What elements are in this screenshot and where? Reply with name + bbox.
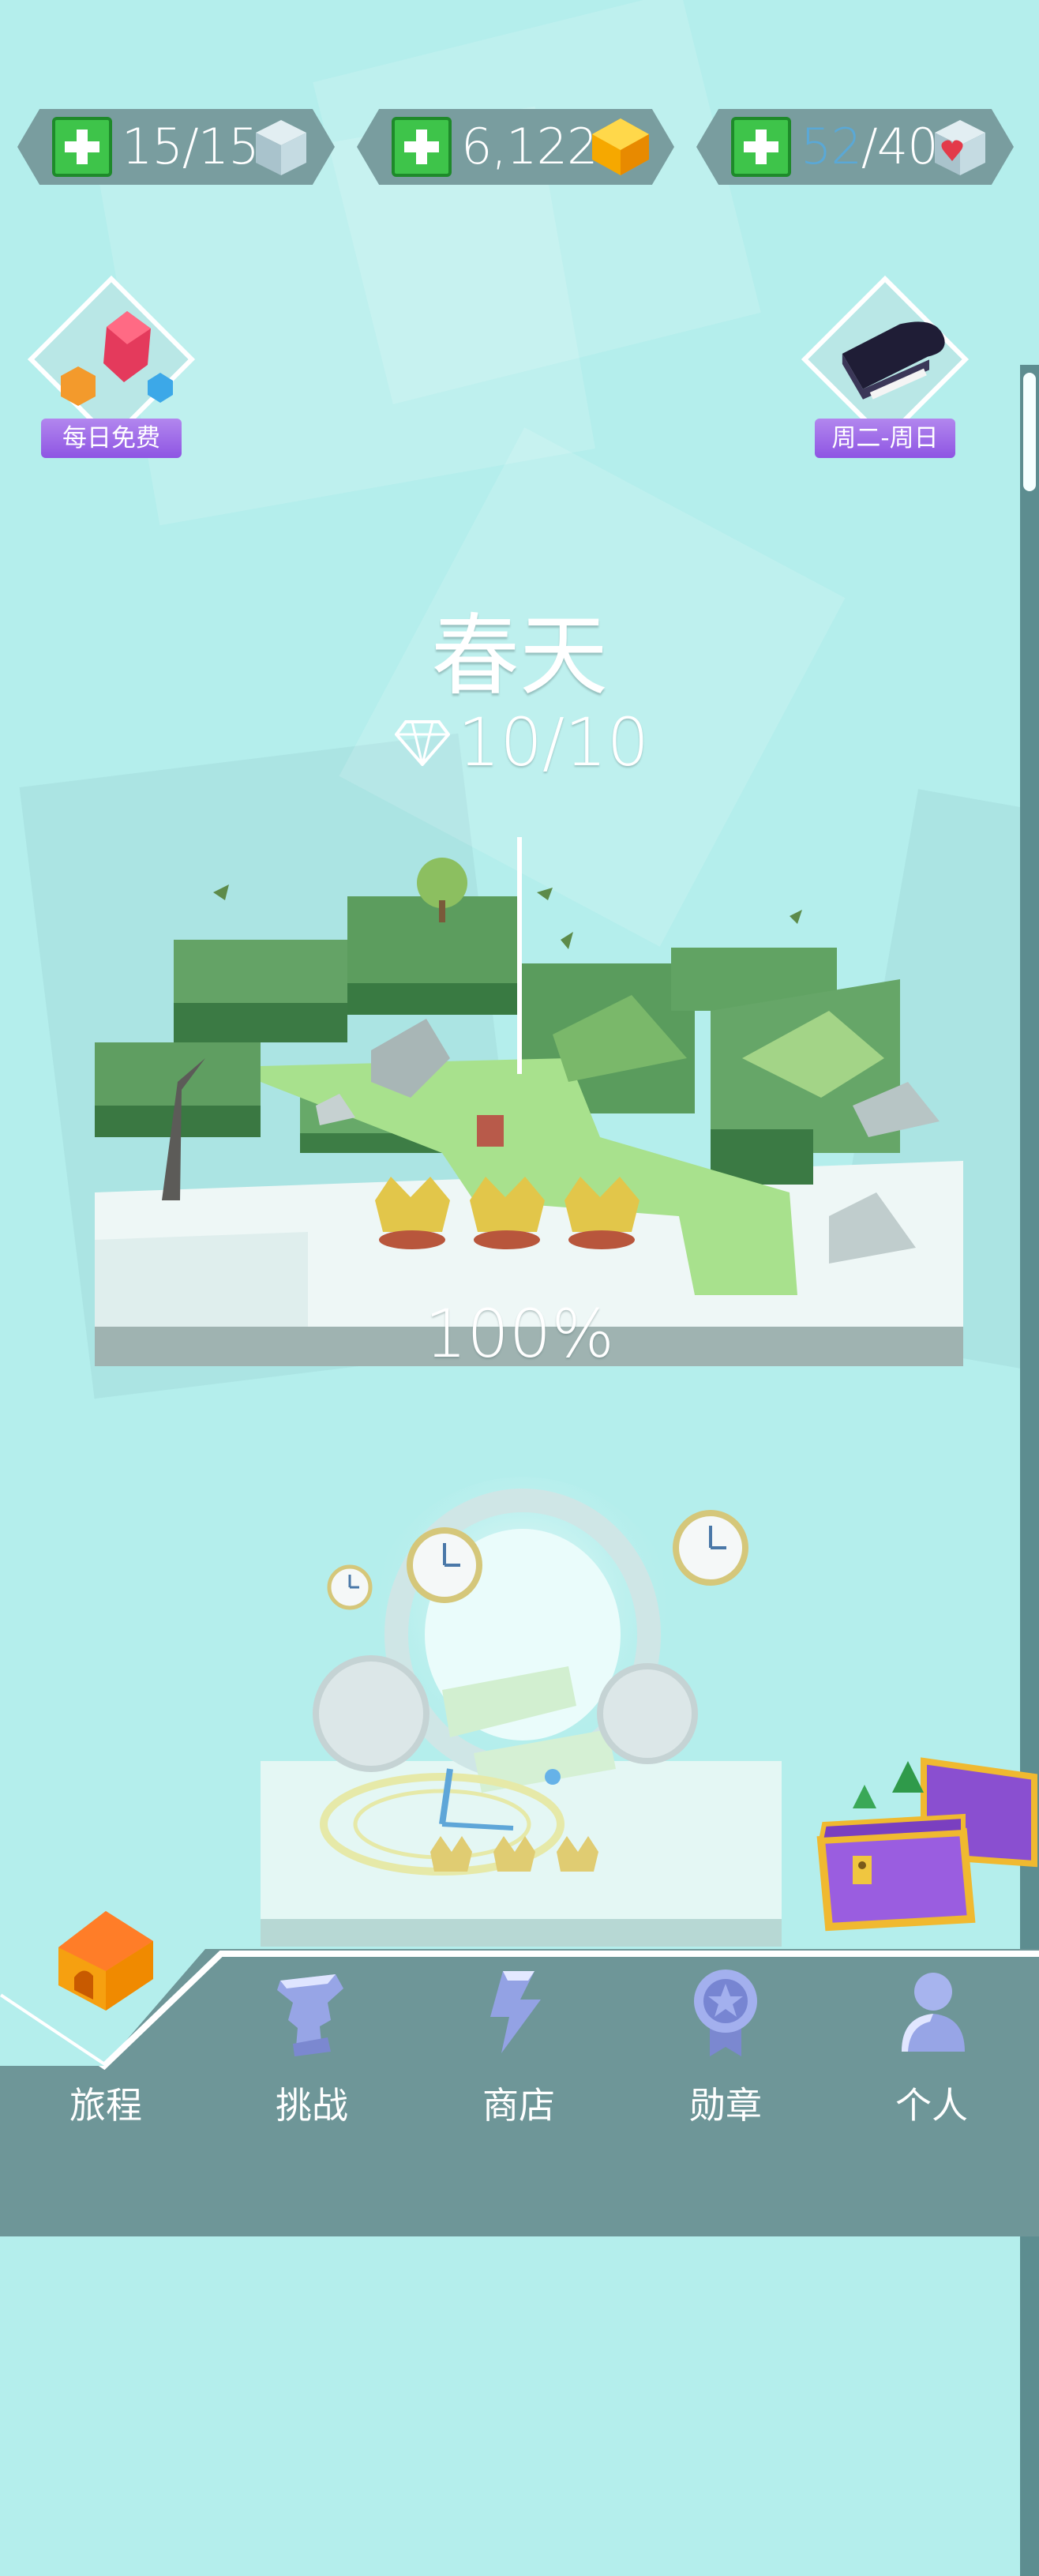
background-panel: [313, 0, 761, 404]
energy-value: 15/15: [122, 118, 260, 175]
nav-shop[interactable]: 商店: [440, 1949, 598, 2154]
nav-journey[interactable]: 旅程: [27, 1911, 185, 2154]
house-icon: [58, 1911, 153, 2011]
nav-challenge[interactable]: 挑战: [233, 1949, 391, 2154]
resource-hearts: 52/40: [696, 109, 1014, 185]
weekly-event-label: 周二-周日: [815, 419, 955, 458]
person-icon: [902, 1973, 965, 2052]
nav-profile[interactable]: 个人: [853, 1949, 1011, 2154]
diamond-icon: [395, 720, 450, 766]
hearts-value: 52/40: [801, 118, 939, 175]
weekly-event-badge[interactable]: 周二-周日: [794, 275, 976, 466]
gold-value: 6,122: [461, 118, 598, 175]
nav-journey-label: 旅程: [69, 2084, 142, 2127]
level-gem-count: 10/10: [395, 703, 649, 782]
add-energy-button[interactable]: [52, 117, 112, 177]
pocket-watch-icon: [407, 1527, 482, 1603]
nav-profile-label: 个人: [895, 2084, 968, 2127]
add-gold-button[interactable]: [392, 117, 452, 177]
nav-shop-label: 商店: [482, 2084, 555, 2127]
heart-cube-icon: [935, 120, 985, 175]
cube-icon: [256, 120, 306, 175]
resource-energy: 15/15: [17, 109, 335, 185]
level-progress-text: 100%: [424, 1295, 615, 1372]
pocket-watch-icon: [327, 1564, 373, 1610]
nav-challenge-label: 挑战: [276, 2084, 348, 2127]
daily-free-badge[interactable]: 每日免费: [21, 275, 202, 466]
pocket-watch-icon: [673, 1510, 748, 1586]
treasure-chest-icon[interactable]: [805, 1745, 1039, 1935]
bottom-nav: 旅程 挑战 商店 勋章 个人: [0, 1911, 1039, 2236]
trophy-icon: [277, 1974, 343, 2056]
level-title: 春天: [431, 605, 608, 708]
gold-gem-icon: [592, 118, 649, 175]
level-scroll-thumb[interactable]: [1023, 373, 1036, 491]
nav-medals-label: 勋章: [689, 2084, 762, 2127]
add-hearts-button[interactable]: [731, 117, 791, 177]
resource-gold: 6,122: [357, 109, 674, 185]
medal-icon: [694, 1970, 757, 2056]
daily-free-label: 每日免费: [41, 419, 182, 458]
nav-medals[interactable]: 勋章: [647, 1949, 805, 2154]
piano-icon: [842, 321, 945, 400]
shop-icon: [490, 1971, 541, 2053]
next-world-portal[interactable]: [237, 1453, 805, 1958]
gems-icon: [61, 311, 173, 406]
